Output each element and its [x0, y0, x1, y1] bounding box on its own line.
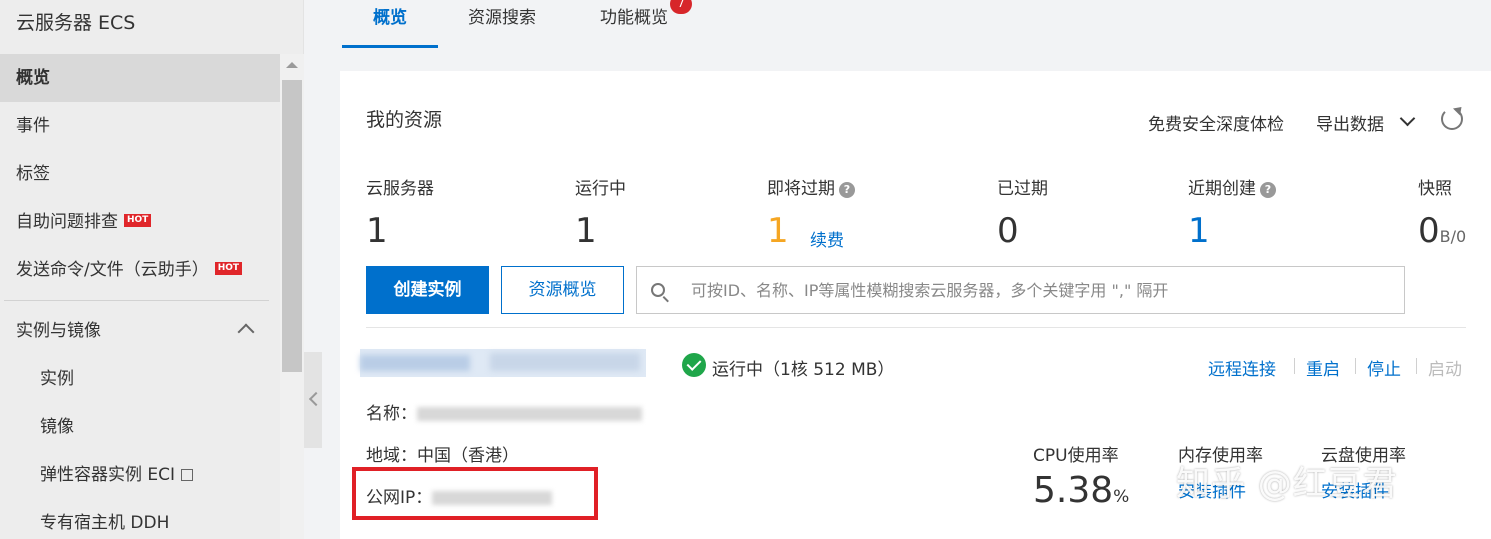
external-link-icon	[181, 469, 194, 481]
sidebar-divider	[4, 300, 269, 301]
sidebar-item-events[interactable]: 事件	[0, 102, 280, 150]
refresh-icon[interactable]	[1441, 108, 1463, 130]
export-data-dropdown[interactable]: 导出数据	[1316, 110, 1384, 135]
sidebar-item-label: 自助问题排查	[16, 212, 118, 232]
stop-link[interactable]: 停止	[1367, 355, 1401, 380]
highlight-box	[352, 467, 598, 520]
notification-badge: 7	[670, 0, 692, 14]
start-link[interactable]: 启动	[1428, 355, 1462, 380]
resource-overview-button[interactable]: 资源概览	[501, 266, 624, 314]
stat-value-expired[interactable]: 0	[997, 211, 1019, 251]
sidebar-item-label: 专有宿主机 DDH	[40, 513, 170, 533]
search-box	[636, 266, 1405, 314]
create-instance-button[interactable]: 创建实例	[366, 266, 489, 314]
snapshot-unit: B/0	[1439, 227, 1467, 246]
stat-label-recent: 近期创建?	[1188, 174, 1276, 199]
search-input[interactable]	[691, 267, 1391, 313]
divider	[366, 327, 1466, 328]
stat-value-expiring[interactable]: 1	[767, 211, 789, 251]
sidebar-item-send-command[interactable]: 发送命令/文件（云助手） HOT	[0, 246, 280, 294]
sidebar-collapse-handle[interactable]	[304, 352, 324, 448]
restart-link[interactable]: 重启	[1306, 355, 1340, 380]
sidebar-item-ddh[interactable]: 专有宿主机 DDH	[0, 499, 280, 539]
remote-connect-link[interactable]: 远程连接	[1208, 355, 1276, 380]
cpu-usage-label: CPU使用率	[1033, 446, 1119, 466]
stat-value-recent[interactable]: 1	[1188, 211, 1210, 251]
free-security-check-link[interactable]: 免费安全深度体检	[1148, 110, 1284, 135]
instance-name: 名称：	[366, 399, 642, 424]
tab-resource-search[interactable]: 资源搜索	[468, 0, 536, 48]
redaction-blur	[490, 353, 640, 371]
sidebar-item-overview[interactable]: 概览	[0, 54, 280, 102]
stat-value-servers[interactable]: 1	[366, 211, 388, 251]
check-circle-icon	[682, 353, 706, 377]
action-separator	[1355, 358, 1356, 374]
chevron-left-icon	[308, 391, 324, 407]
help-icon[interactable]: ?	[839, 182, 855, 198]
help-icon[interactable]: ?	[1260, 182, 1276, 198]
sidebar-item-label: 发送命令/文件（云助手）	[16, 260, 209, 280]
stat-label-servers: 云服务器	[366, 179, 434, 199]
scrollbar-thumb[interactable]	[282, 80, 302, 372]
sidebar-item-instances[interactable]: 实例	[0, 355, 280, 403]
hot-badge: HOT	[124, 213, 152, 227]
stat-label-expired: 已过期	[997, 179, 1048, 199]
action-separator	[1294, 358, 1295, 374]
sidebar-section-label: 实例与镜像	[16, 321, 101, 341]
sidebar-item-label: 事件	[16, 116, 50, 136]
sidebar: 云服务器 ECS 概览 事件 标签 自助问题排查 HOT 发送命令/文件（云助手）…	[0, 0, 304, 539]
stat-value-snapshot[interactable]: 0B/0	[1418, 211, 1466, 257]
chevron-down-icon[interactable]	[1399, 110, 1416, 127]
tab-overview[interactable]: 概览	[342, 0, 438, 48]
card-title: 我的资源	[366, 109, 443, 131]
search-icon	[651, 283, 665, 297]
scroll-up-icon[interactable]	[286, 62, 298, 68]
redaction-blur	[360, 355, 470, 371]
stat-label-running: 运行中	[575, 179, 626, 199]
renew-link[interactable]: 续费	[810, 226, 844, 251]
sidebar-item-eci[interactable]: 弹性容器实例 ECI	[0, 451, 280, 499]
stat-label-snapshot: 快照	[1418, 179, 1452, 199]
watermark: 知乎 @红豆君	[1176, 464, 1398, 504]
sidebar-scrollbar[interactable]	[280, 54, 304, 539]
stat-label-expiring: 即将过期?	[767, 174, 855, 199]
tab-feature-overview[interactable]: 功能概览	[600, 0, 668, 48]
sidebar-item-label: 镜像	[40, 417, 74, 437]
instance-id-link-redacted[interactable]	[360, 349, 646, 377]
stat-value-running[interactable]: 1	[575, 211, 597, 251]
sidebar-item-images[interactable]: 镜像	[0, 403, 280, 451]
sidebar-item-label: 弹性容器实例 ECI	[40, 465, 176, 485]
sidebar-title: 云服务器 ECS	[16, 12, 136, 34]
action-separator	[1416, 358, 1417, 374]
sidebar-item-self-troubleshoot[interactable]: 自助问题排查 HOT	[0, 198, 280, 246]
instance-region: 地域：中国（香港）	[366, 446, 519, 466]
redaction-blur	[417, 407, 642, 421]
instance-status: 运行中（1核 512 MB）	[712, 360, 895, 380]
sidebar-item-label: 标签	[16, 164, 50, 184]
hot-badge: HOT	[214, 261, 243, 275]
sidebar-item-label: 概览	[16, 68, 50, 88]
cpu-usage-value: 5.38%	[1033, 470, 1130, 511]
sidebar-item-tags[interactable]: 标签	[0, 150, 280, 198]
sidebar-item-label: 实例	[40, 369, 74, 389]
